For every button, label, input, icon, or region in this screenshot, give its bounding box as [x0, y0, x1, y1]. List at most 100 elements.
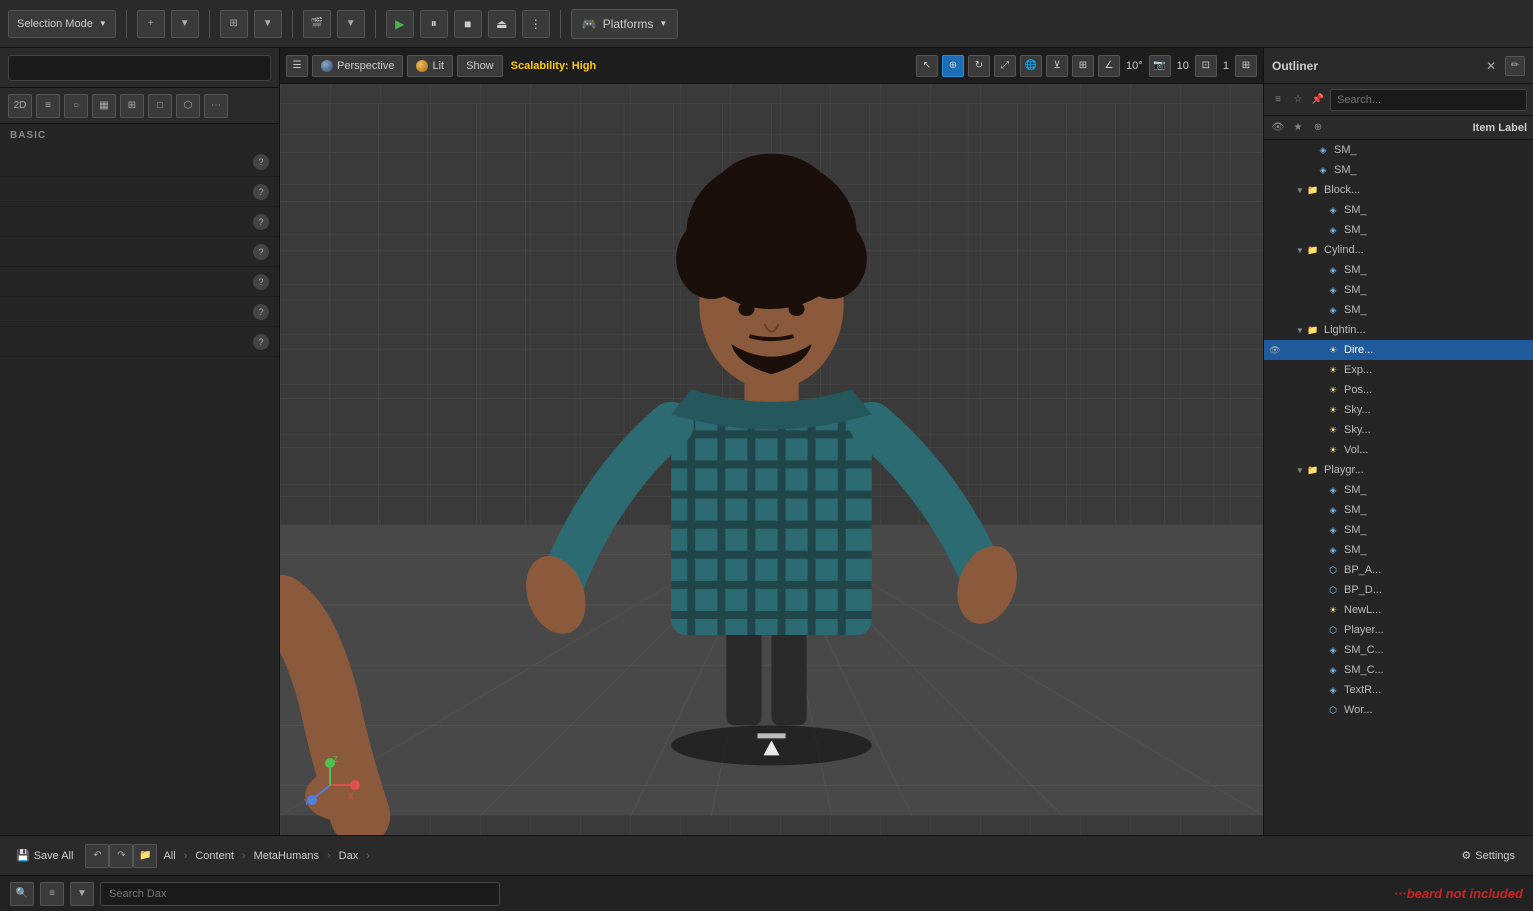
tree-item[interactable]: ☀Exp... [1264, 360, 1533, 380]
tree-item[interactable]: ◈SM_ [1264, 200, 1533, 220]
pin-col-icon[interactable]: ⊕ [1310, 120, 1326, 136]
outliner-pin-button[interactable]: 📌 [1310, 92, 1326, 108]
settings-button[interactable]: ⚙ Settings [1453, 847, 1523, 864]
cinematics-options-button[interactable]: ▼ [337, 10, 365, 38]
snap-grid-button[interactable]: ⊞ [220, 10, 248, 38]
viewport-canvas[interactable]: X Z Y [280, 84, 1263, 835]
tree-item[interactable]: ⬡BP_D... [1264, 580, 1533, 600]
panel-item-2[interactable]: ? [0, 177, 279, 207]
tree-item[interactable]: ▼📁Lightin... [1264, 320, 1533, 340]
pause-button[interactable]: ⏸ [420, 10, 448, 38]
icon-shapes[interactable]: ○ [64, 94, 88, 118]
tree-item[interactable]: ◈SM_ [1264, 540, 1533, 560]
new-actor-button[interactable]: + [137, 10, 165, 38]
viewport-area[interactable]: ☰ Perspective Lit Show Scalability: High… [280, 48, 1263, 835]
perspective-button[interactable]: Perspective [312, 55, 403, 77]
eject-button[interactable]: ⏏ [488, 10, 516, 38]
tree-item[interactable]: ◈SM_ [1264, 520, 1533, 540]
tree-item[interactable]: ◈SM_ [1264, 140, 1533, 160]
platforms-button[interactable]: 🎮 Platforms ▼ [571, 9, 679, 39]
outliner-tree[interactable]: ◈SM_ ◈SM_ ▼📁Block... ◈SM_ ◈SM_ ▼📁Cylind.… [1264, 140, 1533, 835]
surface-snap-tool[interactable]: ⊻ [1046, 55, 1068, 77]
help-icon-7[interactable]: ? [253, 334, 269, 350]
breadcrumb-metahumans[interactable]: MetaHumans [254, 850, 319, 862]
globe-tool[interactable]: 🌐 [1020, 55, 1042, 77]
maximize-tool[interactable]: ⊞ [1235, 55, 1257, 77]
help-icon-4[interactable]: ? [253, 244, 269, 260]
icon-dots[interactable]: ⊞ [120, 94, 144, 118]
panel-item-6[interactable]: ? [0, 297, 279, 327]
more-button[interactable]: ⋮ [522, 10, 550, 38]
eye-icon[interactable]: 👁 [1268, 343, 1282, 357]
breadcrumb-content[interactable]: Content [195, 850, 234, 862]
selection-mode-button[interactable]: Selection Mode [8, 10, 116, 38]
icon-layers[interactable]: ≡ [36, 94, 60, 118]
translate-tool[interactable]: ⊕ [942, 55, 964, 77]
help-icon-1[interactable]: ? [253, 154, 269, 170]
help-icon-6[interactable]: ? [253, 304, 269, 320]
browse-button[interactable]: 📁 [133, 844, 157, 868]
tree-item[interactable]: ☀Pos... [1264, 380, 1533, 400]
tree-item[interactable]: ▼📁Playgr... [1264, 460, 1533, 480]
tree-item[interactable]: ◈SM_ [1264, 160, 1533, 180]
tree-item[interactable]: ◈SM_ [1264, 220, 1533, 240]
tree-item[interactable]: ◈SM_C... [1264, 660, 1533, 680]
save-all-button[interactable]: 💾 Save All [10, 847, 79, 864]
breadcrumb-dax[interactable]: Dax [339, 850, 359, 862]
help-icon-2[interactable]: ? [253, 184, 269, 200]
tree-item[interactable]: ☀Sky... [1264, 420, 1533, 440]
panel-item-1[interactable]: ? [0, 147, 279, 177]
tree-arrow[interactable]: ▼ [1294, 186, 1306, 195]
tree-item[interactable]: ◈SM_ [1264, 280, 1533, 300]
outliner-star-button[interactable]: ☆ [1290, 92, 1306, 108]
viewport-menu-button[interactable]: ☰ [286, 55, 308, 77]
help-icon-3[interactable]: ? [253, 214, 269, 230]
tree-item[interactable]: ◈SM_ [1264, 480, 1533, 500]
grid-snap-tool[interactable]: ⊞ [1072, 55, 1094, 77]
panel-item-7[interactable]: ? [0, 327, 279, 357]
tree-item[interactable]: ◈SM_ [1264, 500, 1533, 520]
stop-button[interactable]: ■ [454, 10, 482, 38]
scale-tool[interactable]: ⤢ [994, 55, 1016, 77]
filter-down-btn[interactable]: ▼ [70, 882, 94, 906]
tree-item[interactable]: ⬡Player... [1264, 620, 1533, 640]
panel-item-4[interactable]: ? [0, 237, 279, 267]
icon-cylinder[interactable]: ⬡ [176, 94, 200, 118]
panel-item-5[interactable]: ? [0, 267, 279, 297]
icon-mesh[interactable]: ▦ [92, 94, 116, 118]
redo-button[interactable]: ↷ [109, 844, 133, 868]
tree-item[interactable]: ☀Sky... [1264, 400, 1533, 420]
show-button[interactable]: Show [457, 55, 503, 77]
panel-item-3[interactable]: ? [0, 207, 279, 237]
angle-snap-tool[interactable]: ∠ [1098, 55, 1120, 77]
icon-box[interactable]: □ [148, 94, 172, 118]
search-dax-input[interactable] [100, 882, 500, 906]
tree-arrow[interactable]: ▼ [1294, 326, 1306, 335]
viewport-layout-tool[interactable]: ⊡ [1195, 55, 1217, 77]
tree-item[interactable]: ⬡BP_A... [1264, 560, 1533, 580]
tree-arrow[interactable]: ▼ [1294, 246, 1306, 255]
tree-arrow[interactable]: ▼ [1294, 466, 1306, 475]
tree-item[interactable]: ☀Vol... [1264, 440, 1533, 460]
snap-options-button[interactable]: ▼ [254, 10, 282, 38]
icon-more[interactable]: ⋯ [204, 94, 228, 118]
content-search-input[interactable] [8, 55, 271, 81]
breadcrumb-all[interactable]: All [163, 850, 175, 862]
tree-item[interactable]: ☀NewL... [1264, 600, 1533, 620]
tree-item[interactable]: ◈SM_ [1264, 260, 1533, 280]
tree-item[interactable]: ◈TextR... [1264, 680, 1533, 700]
visibility-col-icon[interactable]: 👁 [1270, 120, 1286, 136]
outliner-filter-button[interactable]: ≡ [1270, 92, 1286, 108]
outliner-close-button[interactable]: ✕ [1483, 58, 1499, 74]
tree-item[interactable]: ◈SM_C... [1264, 640, 1533, 660]
star-col-icon[interactable]: ★ [1290, 120, 1306, 136]
tree-item[interactable]: ◈SM_ [1264, 300, 1533, 320]
undo-button[interactable]: ↶ [85, 844, 109, 868]
help-icon-5[interactable]: ? [253, 274, 269, 290]
actor-options-button[interactable]: ▼ [171, 10, 199, 38]
outliner-search-input[interactable] [1330, 89, 1527, 111]
lit-button[interactable]: Lit [407, 55, 453, 77]
icon-2d[interactable]: 2D [8, 94, 32, 118]
rotate-tool[interactable]: ↻ [968, 55, 990, 77]
tree-item[interactable]: ▼📁Cylind... [1264, 240, 1533, 260]
